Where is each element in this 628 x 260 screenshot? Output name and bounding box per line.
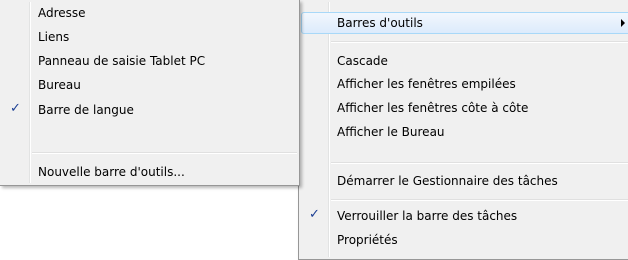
menu-item-afficher-bureau[interactable]: Afficher le Bureau bbox=[301, 121, 628, 143]
submenu-item-liens[interactable]: Liens bbox=[2, 26, 297, 48]
submenu-item-label: Nouvelle barre d'outils... bbox=[38, 165, 185, 179]
menu-item-verrouiller-barre[interactable]: ✓ Verrouiller la barre des tâches bbox=[301, 205, 628, 227]
menu-item-label: Démarrer le Gestionnaire des tâches bbox=[337, 174, 558, 188]
submenu-item-adresse[interactable]: Adresse bbox=[2, 2, 297, 24]
checkmark-icon: ✓ bbox=[309, 207, 320, 222]
menu-item-label: Cascade bbox=[337, 54, 388, 68]
submenu-arrow-icon bbox=[621, 19, 625, 27]
menu-item-label: Verrouiller la barre des tâches bbox=[337, 209, 518, 223]
checkmark-icon: ✓ bbox=[10, 101, 21, 116]
menu-item-label: Afficher les fenêtres côte à côte bbox=[337, 101, 529, 115]
menu-separator bbox=[331, 199, 628, 201]
submenu-item-label: Panneau de saisie Tablet PC bbox=[38, 54, 206, 68]
submenu-item-label: Liens bbox=[38, 30, 70, 44]
menu-item-label: Barres d'outils bbox=[337, 16, 423, 30]
menu-separator bbox=[331, 41, 628, 43]
submenu-item-barre-de-langue[interactable]: ✓ Barre de langue bbox=[2, 99, 297, 121]
submenu-item-bureau[interactable]: Bureau bbox=[2, 74, 297, 96]
submenu-item-tablet-pc[interactable]: Panneau de saisie Tablet PC bbox=[2, 50, 297, 72]
submenu-item-label: Bureau bbox=[38, 78, 81, 92]
toolbars-submenu: Adresse Liens Panneau de saisie Tablet P… bbox=[0, 0, 300, 186]
menu-separator bbox=[32, 152, 297, 154]
menu-item-label: Afficher le Bureau bbox=[337, 125, 445, 139]
menu-item-fenetres-cote-a-cote[interactable]: Afficher les fenêtres côte à côte bbox=[301, 97, 628, 119]
submenu-item-nouvelle-barre[interactable]: Nouvelle barre d'outils... bbox=[2, 161, 297, 183]
submenu-item-label: Adresse bbox=[38, 6, 86, 20]
taskbar-context-menu: Barres d'outils Cascade Afficher les fen… bbox=[298, 0, 628, 260]
menu-item-fenetres-empilees[interactable]: Afficher les fenêtres empilées bbox=[301, 73, 628, 95]
menu-item-label: Propriétés bbox=[337, 233, 398, 247]
submenu-item-label: Barre de langue bbox=[38, 103, 134, 117]
menu-item-gestionnaire-taches[interactable]: Démarrer le Gestionnaire des tâches bbox=[301, 170, 628, 192]
menu-item-cascade[interactable]: Cascade bbox=[301, 50, 628, 72]
menu-item-label: Afficher les fenêtres empilées bbox=[337, 77, 516, 91]
menu-item-barres-doutils[interactable]: Barres d'outils bbox=[301, 12, 628, 34]
menu-separator bbox=[331, 162, 628, 164]
